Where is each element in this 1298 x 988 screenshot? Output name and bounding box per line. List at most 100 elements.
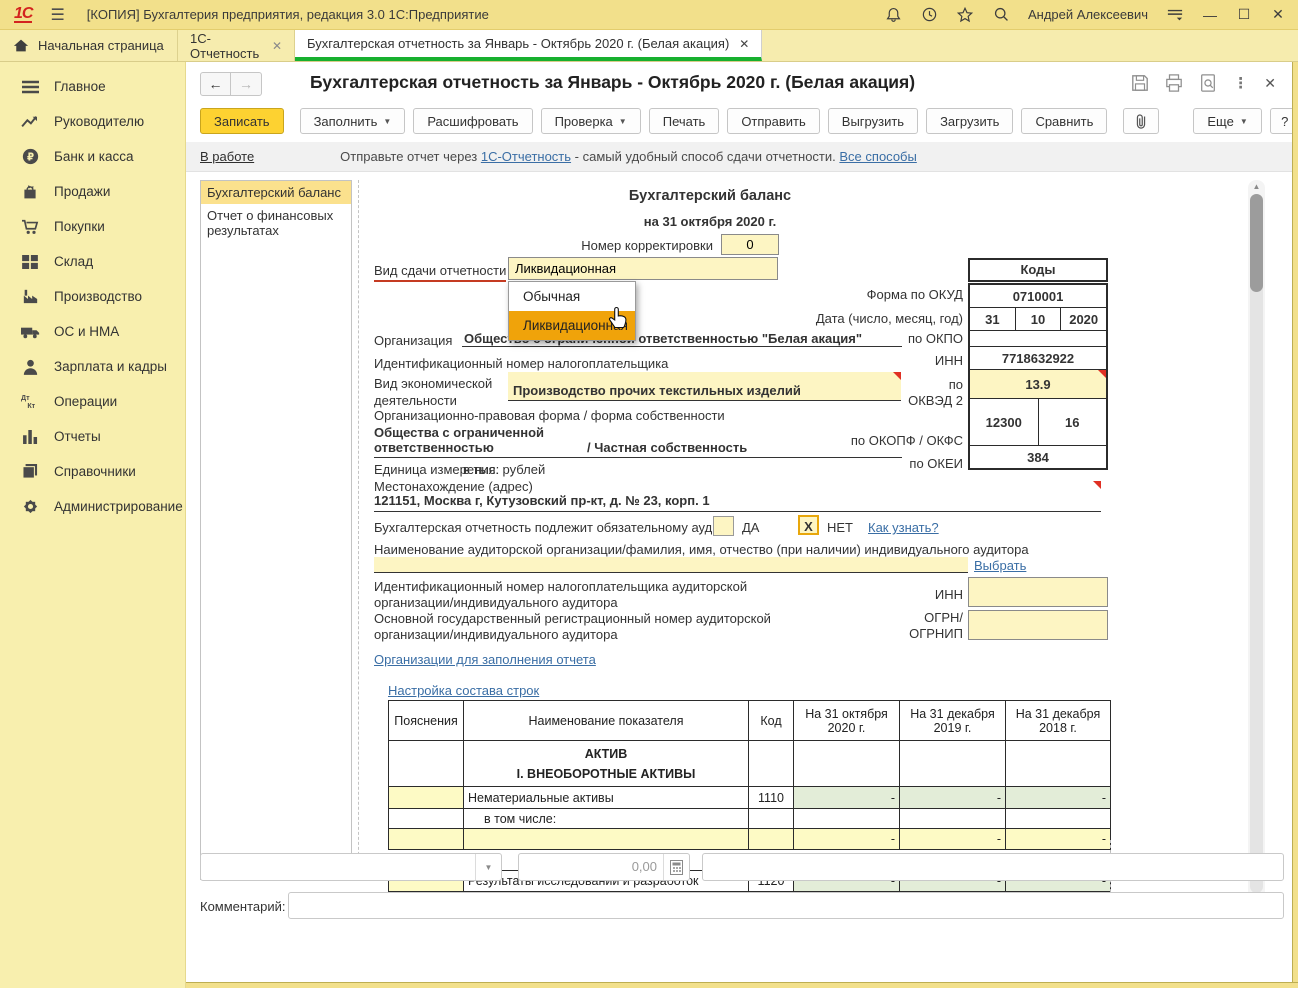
import-button[interactable]: Загрузить bbox=[926, 108, 1013, 134]
fill-button[interactable]: Заполнить▼ bbox=[300, 108, 406, 134]
auditor-caption: Наименование аудиторской организации/фам… bbox=[374, 542, 1029, 557]
maximize-button[interactable]: ☐ bbox=[1236, 6, 1252, 23]
decode-button[interactable]: Расшифровать bbox=[413, 108, 532, 134]
home-icon bbox=[12, 38, 30, 53]
vertical-scroll-thumb[interactable] bbox=[1250, 194, 1263, 292]
scroll-up-icon[interactable]: ▲ bbox=[1248, 182, 1265, 191]
orgs-for-report-link[interactable]: Организации для заполнения отчета bbox=[374, 652, 596, 667]
sidebar-item-sales[interactable]: Продажи bbox=[0, 174, 185, 209]
attachments-button[interactable] bbox=[1123, 108, 1159, 134]
history-icon[interactable] bbox=[920, 6, 938, 24]
correction-number-input[interactable] bbox=[721, 234, 779, 255]
auditor-ogrn-label-2: ОГРНИП bbox=[773, 626, 963, 641]
comment-input[interactable] bbox=[288, 892, 1284, 919]
auditor-name-input[interactable] bbox=[374, 557, 968, 573]
sidebar-item-purchases[interactable]: Покупки bbox=[0, 209, 185, 244]
preview-icon[interactable] bbox=[1199, 74, 1217, 92]
notifications-bell-icon[interactable] bbox=[884, 6, 902, 24]
print-icon[interactable] bbox=[1165, 74, 1183, 92]
okved-value[interactable]: 13.9 bbox=[970, 370, 1106, 399]
panel-splitter[interactable] bbox=[358, 180, 359, 880]
red-corner-marker bbox=[1098, 370, 1106, 378]
all-ways-link[interactable]: Все способы bbox=[839, 149, 916, 164]
footer-amount-field[interactable]: 0,00 bbox=[518, 853, 690, 881]
tab-close-icon[interactable]: ✕ bbox=[272, 39, 282, 53]
value-cell[interactable]: - bbox=[900, 829, 1006, 850]
explanation-cell[interactable] bbox=[389, 787, 464, 809]
value-cell[interactable]: - bbox=[794, 829, 900, 850]
footer-combo-field[interactable]: ▼ bbox=[200, 853, 502, 881]
sidebar-item-os-nma[interactable]: ОС и НМА bbox=[0, 314, 185, 349]
favorites-star-icon[interactable] bbox=[956, 6, 974, 24]
date-values: 31 10 2020 bbox=[970, 308, 1106, 331]
address-label: Местонахождение (адрес) bbox=[374, 479, 533, 494]
codes-table: 0710001 31 10 2020 7718632922 13.9 12300… bbox=[968, 283, 1108, 470]
print-button[interactable]: Печать bbox=[649, 108, 720, 134]
indicator-name-input[interactable] bbox=[464, 829, 749, 850]
more-dots-icon[interactable]: ⋮ bbox=[1233, 74, 1248, 92]
correction-number-label: Номер корректировки bbox=[365, 238, 713, 253]
auditor-inn-input[interactable] bbox=[968, 577, 1108, 607]
menu-lines-icon bbox=[18, 80, 42, 94]
window-title: [КОПИЯ] Бухгалтерия предприятия, редакци… bbox=[87, 7, 489, 22]
section-financial-results[interactable]: Отчет о финансовых результатах bbox=[201, 204, 351, 242]
sidebar-item-salary-hr[interactable]: Зарплата и кадры bbox=[0, 349, 185, 384]
1c-reporting-link[interactable]: 1С-Отчетность bbox=[481, 149, 571, 164]
send-button[interactable]: Отправить bbox=[727, 108, 819, 134]
value-cell[interactable]: - bbox=[900, 787, 1006, 809]
explanation-cell[interactable] bbox=[389, 829, 464, 850]
chevron-down-icon[interactable]: ▼ bbox=[475, 854, 501, 880]
footer-text-field[interactable] bbox=[702, 853, 1284, 881]
value-cell[interactable]: - bbox=[1006, 787, 1111, 809]
export-button[interactable]: Выгрузить bbox=[828, 108, 918, 134]
compare-button[interactable]: Сравнить bbox=[1021, 108, 1107, 134]
main-menu-icon[interactable]: ☰ bbox=[50, 5, 64, 25]
choose-auditor-link[interactable]: Выбрать bbox=[974, 558, 1026, 573]
status-message-2: - самый удобный способ сдачи отчетности. bbox=[575, 149, 836, 164]
calculator-icon[interactable] bbox=[663, 854, 689, 880]
sidebar-item-warehouse[interactable]: Склад bbox=[0, 244, 185, 279]
tab-close-icon[interactable]: ✕ bbox=[739, 37, 749, 51]
save-icon[interactable] bbox=[1131, 74, 1149, 92]
audit-no-checkbox[interactable]: X bbox=[798, 515, 819, 535]
sidebar-item-directories[interactable]: Справочники bbox=[0, 454, 185, 489]
sidebar-item-administration[interactable]: Администрирование bbox=[0, 489, 185, 524]
chevron-down-icon: ▼ bbox=[1240, 117, 1248, 126]
tab-1c-reporting[interactable]: 1С-Отчетность ✕ bbox=[178, 30, 295, 61]
vertical-scrollbar[interactable]: ▲ ▼ bbox=[1248, 180, 1265, 907]
audit-yes-checkbox[interactable] bbox=[713, 516, 734, 536]
value-cell[interactable]: - bbox=[1006, 829, 1111, 850]
sidebar-item-manager[interactable]: Руководителю bbox=[0, 104, 185, 139]
back-button[interactable]: ← bbox=[200, 72, 231, 96]
submission-type-input[interactable] bbox=[508, 257, 778, 280]
status-state-link[interactable]: В работе bbox=[200, 149, 254, 164]
current-user[interactable]: Андрей Алексеевич bbox=[1028, 7, 1148, 22]
audit-yes-label: ДА bbox=[742, 520, 759, 535]
save-button[interactable]: Записать bbox=[200, 108, 284, 134]
more-button[interactable]: Еще▼ bbox=[1193, 108, 1261, 134]
tab-accounting-report[interactable]: Бухгалтерская отчетность за Январь - Окт… bbox=[295, 30, 762, 61]
search-icon[interactable] bbox=[992, 6, 1010, 24]
window-frame bbox=[1292, 62, 1298, 988]
row-settings-link[interactable]: Настройка состава строк bbox=[388, 683, 539, 698]
close-form-icon[interactable]: ✕ bbox=[1264, 75, 1276, 92]
sidebar-item-production[interactable]: Производство bbox=[0, 279, 185, 314]
section-balance-sheet[interactable]: Бухгалтерский баланс bbox=[201, 181, 351, 204]
sidebar-item-bank-cash[interactable]: ₽ Банк и касса bbox=[0, 139, 185, 174]
auditor-ogrn-input[interactable] bbox=[968, 610, 1108, 640]
check-button[interactable]: Проверка▼ bbox=[541, 108, 641, 134]
activity-field[interactable]: Производство прочих текстильных изделий bbox=[508, 372, 901, 401]
address-value[interactable]: 121151, Москва г, Кутузовский пр-кт, д. … bbox=[374, 493, 1101, 512]
codes-header: Коды bbox=[968, 258, 1108, 282]
close-window-button[interactable]: ✕ bbox=[1270, 6, 1286, 23]
forward-button[interactable]: → bbox=[231, 72, 262, 96]
service-menu-icon[interactable] bbox=[1166, 6, 1184, 24]
sidebar-item-reports[interactable]: Отчеты bbox=[0, 419, 185, 454]
sidebar-item-main[interactable]: Главное bbox=[0, 69, 185, 104]
sidebar-item-operations[interactable]: ДтКт Операции bbox=[0, 384, 185, 419]
minimize-button[interactable]: — bbox=[1202, 7, 1218, 23]
tab-home[interactable]: Начальная страница bbox=[0, 30, 178, 61]
tab-active-label: Бухгалтерская отчетность за Январь - Окт… bbox=[307, 36, 729, 51]
how-to-know-link[interactable]: Как узнать? bbox=[868, 520, 939, 535]
value-cell[interactable]: - bbox=[794, 787, 900, 809]
